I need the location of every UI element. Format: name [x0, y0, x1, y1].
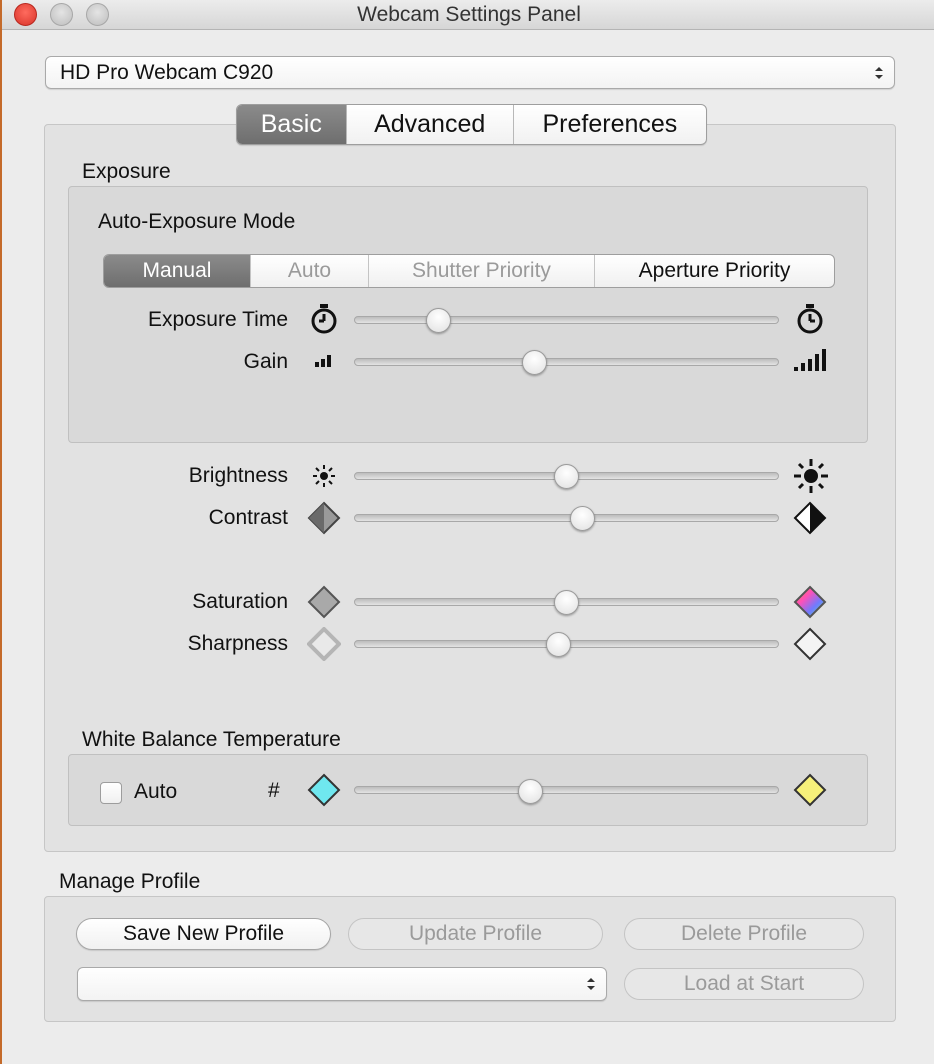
- mode-manual[interactable]: Manual: [104, 255, 250, 287]
- brightness-slider-knob[interactable]: [554, 463, 579, 489]
- manage-profile-section-label: Manage Profile: [59, 870, 201, 893]
- saturation-high-icon: [793, 585, 827, 619]
- contrast-slider-track[interactable]: [354, 514, 779, 522]
- white-balance-auto-checkbox[interactable]: [100, 782, 122, 804]
- sun-small-icon: [313, 465, 335, 487]
- white-balance-hash-label: #: [268, 779, 280, 802]
- gain-slider-track[interactable]: [354, 358, 779, 366]
- brightness-label: Brightness: [188, 464, 288, 487]
- white-balance-auto-label: Auto: [134, 780, 178, 803]
- stopwatch-icon: [797, 304, 823, 334]
- white-balance-warm-icon: [793, 773, 827, 807]
- mode-auto[interactable]: Auto: [250, 255, 368, 287]
- tab-bar: Basic Advanced Preferences: [236, 104, 707, 145]
- gain-label: Gain: [243, 350, 288, 373]
- device-select[interactable]: HD Pro Webcam C920: [45, 56, 895, 89]
- saturation-low-icon: [307, 585, 341, 619]
- white-balance-section-label: White Balance Temperature: [82, 728, 341, 751]
- sun-large-icon: [794, 459, 828, 493]
- white-balance-cool-icon: [307, 773, 341, 807]
- window-title: Webcam Settings Panel: [357, 3, 581, 26]
- white-balance-slider-knob[interactable]: [517, 778, 543, 804]
- update-profile-button[interactable]: Update Profile: [348, 918, 603, 950]
- stopwatch-icon: [311, 304, 337, 334]
- delete-profile-button[interactable]: Delete Profile: [624, 918, 864, 950]
- signal-high-icon: [794, 349, 826, 371]
- gain-slider-knob[interactable]: [521, 349, 547, 375]
- signal-low-icon: [315, 355, 331, 367]
- auto-exposure-mode-label: Auto-Exposure Mode: [98, 210, 296, 233]
- white-balance-slider-track[interactable]: [354, 786, 779, 794]
- popup-arrows-icon: [875, 66, 883, 79]
- load-at-start-button[interactable]: Load at Start: [624, 968, 864, 1000]
- contrast-slider-knob[interactable]: [570, 505, 596, 531]
- exposure-time-slider-knob[interactable]: [425, 307, 451, 333]
- tab-basic[interactable]: Basic: [237, 105, 346, 144]
- sharpness-high-icon: [793, 627, 827, 661]
- exposure-time-slider-track[interactable]: [354, 316, 779, 324]
- profile-select[interactable]: [77, 967, 607, 1001]
- manage-profile-box: [44, 896, 896, 1022]
- mode-shutter-priority[interactable]: Shutter Priority: [368, 255, 594, 287]
- contrast-label: Contrast: [208, 506, 288, 529]
- sharpness-label: Sharpness: [187, 632, 288, 655]
- title-bar: Webcam Settings Panel: [2, 0, 934, 30]
- contrast-high-icon: [793, 501, 827, 535]
- save-new-profile-button[interactable]: Save New Profile: [76, 918, 331, 950]
- contrast-low-icon: [307, 501, 341, 535]
- exposure-time-label: Exposure Time: [147, 308, 288, 331]
- settings-window: Webcam Settings Panel HD Pro Webcam C920…: [0, 0, 934, 1064]
- saturation-label: Saturation: [192, 590, 288, 613]
- popup-arrows-icon: [587, 978, 595, 990]
- mode-aperture-priority[interactable]: Aperture Priority: [594, 255, 834, 287]
- sharpness-low-icon: [307, 627, 341, 661]
- exposure-section-label: Exposure: [82, 160, 171, 183]
- tab-advanced[interactable]: Advanced: [345, 105, 513, 144]
- device-select-value: HD Pro Webcam C920: [60, 61, 274, 84]
- saturation-slider-knob[interactable]: [554, 589, 579, 615]
- sharpness-slider-knob[interactable]: [545, 631, 571, 657]
- tab-preferences[interactable]: Preferences: [512, 105, 706, 144]
- auto-exposure-mode-control: Manual Auto Shutter Priority Aperture Pr…: [103, 254, 835, 288]
